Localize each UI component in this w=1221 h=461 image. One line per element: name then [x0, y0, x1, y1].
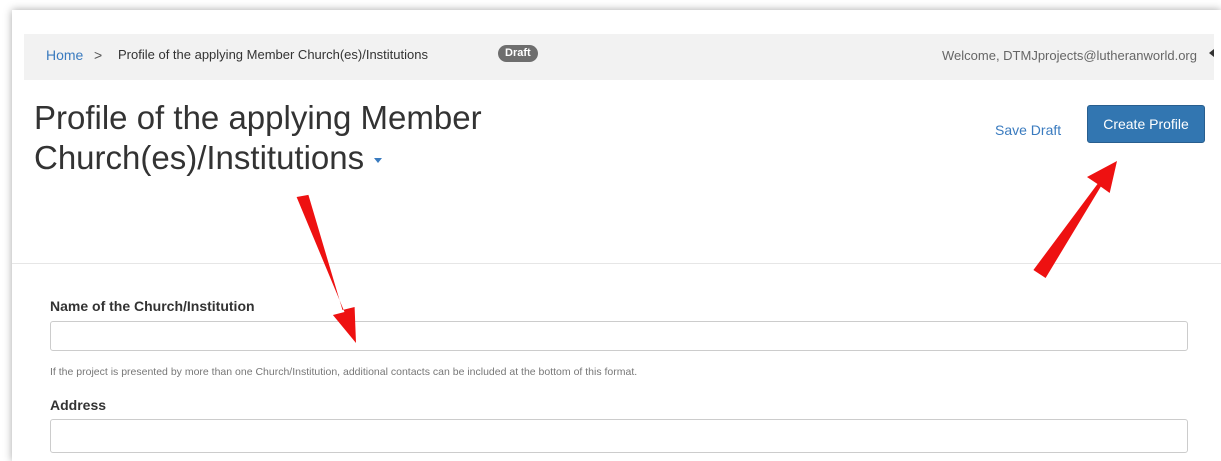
red-arrow-down-icon [296, 194, 356, 343]
browser-window: Home > Profile of the applying Member Ch… [12, 10, 1221, 461]
annotation-overlay [296, 161, 1117, 343]
red-arrow-up-icon [1033, 161, 1117, 278]
